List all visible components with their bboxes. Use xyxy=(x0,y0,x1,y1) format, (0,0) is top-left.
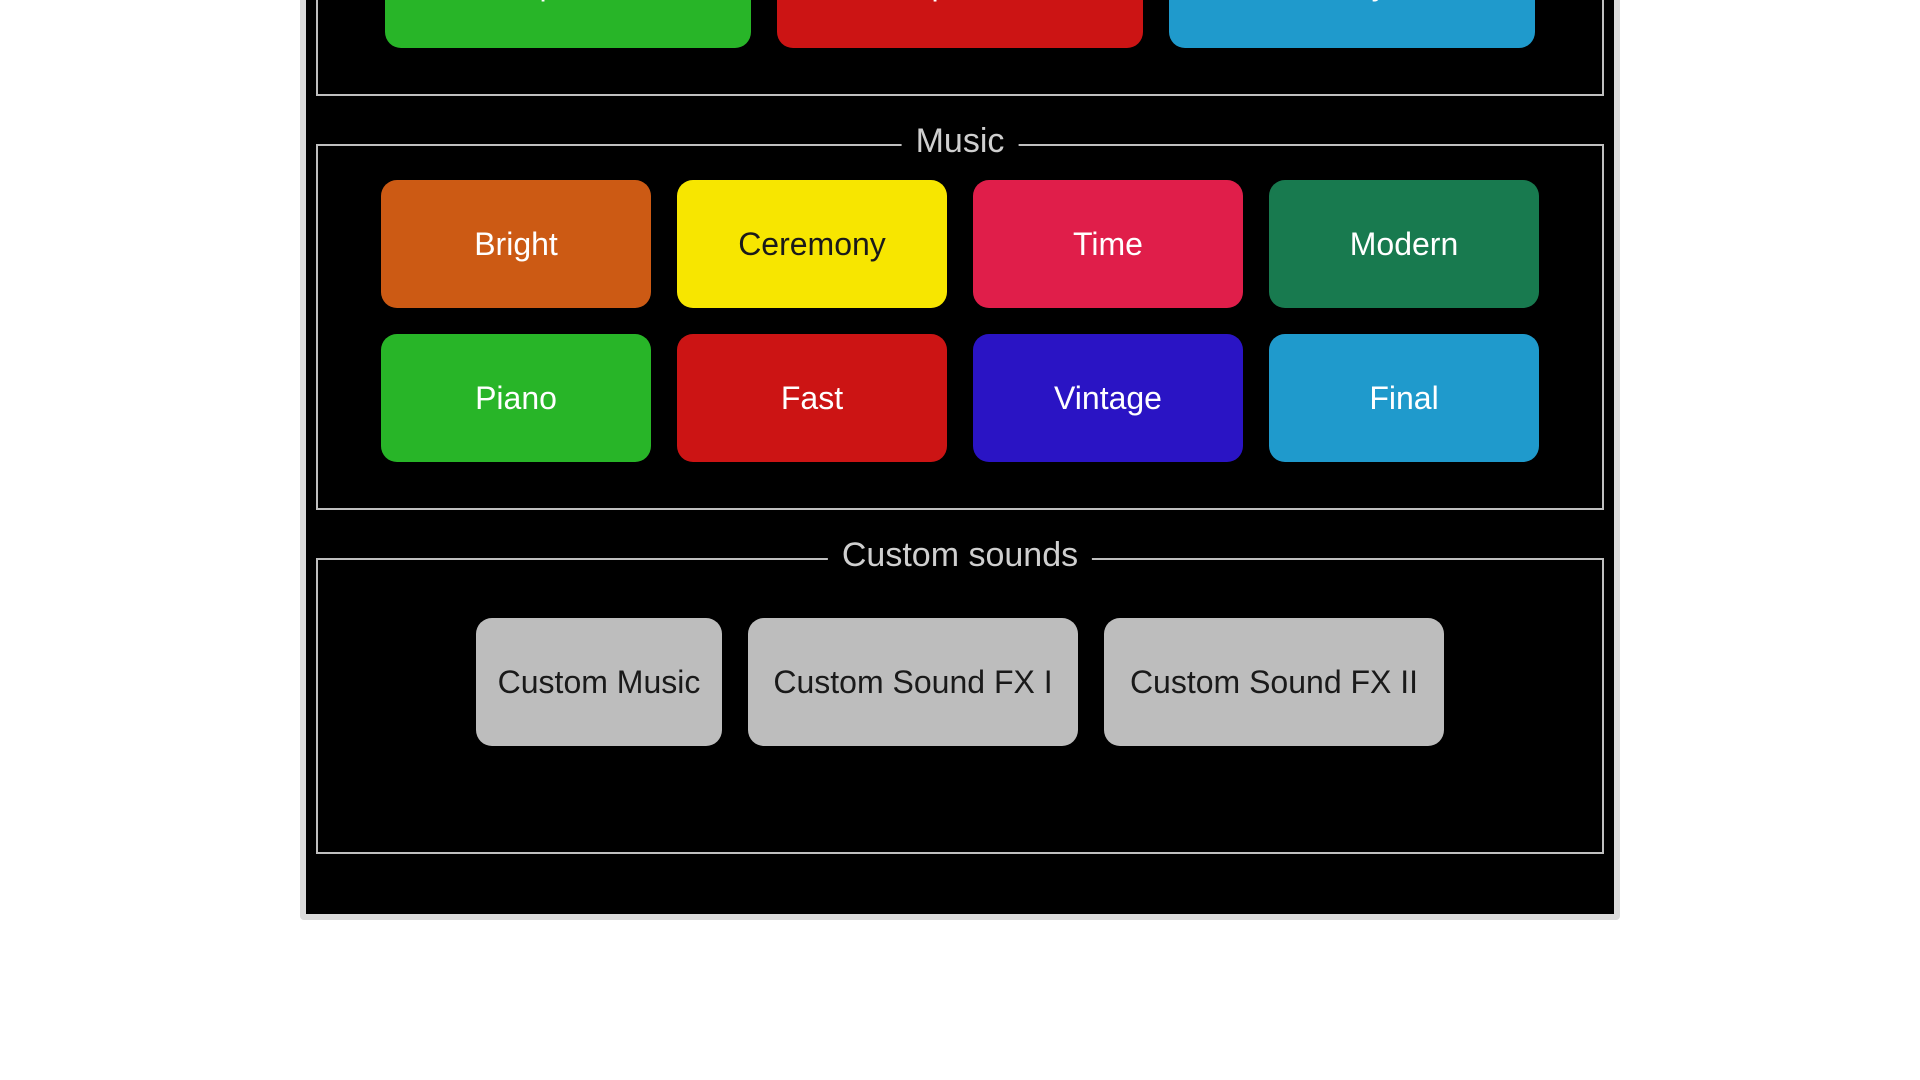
row: Custom Music Custom Sound FX I Custom So… xyxy=(344,618,1576,746)
fast-pad[interactable]: Fast xyxy=(677,334,947,462)
final-pad[interactable]: Final xyxy=(1269,334,1539,462)
row: Piano Fast Vintage Final xyxy=(344,334,1576,462)
group-legend-custom: Custom sounds xyxy=(828,536,1092,575)
group-music: Music Bright Ceremony Time Modern Piano … xyxy=(316,144,1604,510)
modern-pad[interactable]: Modern xyxy=(1269,180,1539,308)
telephone-1-pad[interactable]: Telephone 1 xyxy=(385,0,751,48)
row: Bright Ceremony Time Modern xyxy=(344,180,1576,308)
spacer xyxy=(344,746,1576,806)
soundboard-frame: Telephone 1 Telephone 2 Busy Music Brigh… xyxy=(300,0,1620,920)
custom-fx-2-pad[interactable]: Custom Sound FX II xyxy=(1104,618,1444,746)
custom-music-pad[interactable]: Custom Music xyxy=(476,618,722,746)
telephone-2-pad[interactable]: Telephone 2 xyxy=(777,0,1143,48)
busy-pad[interactable]: Busy xyxy=(1169,0,1535,48)
bright-pad[interactable]: Bright xyxy=(381,180,651,308)
row: Telephone 1 Telephone 2 Busy xyxy=(344,0,1576,48)
time-pad[interactable]: Time xyxy=(973,180,1243,308)
piano-pad[interactable]: Piano xyxy=(381,334,651,462)
group-telephone: Telephone 1 Telephone 2 Busy xyxy=(316,0,1604,96)
ceremony-pad[interactable]: Ceremony xyxy=(677,180,947,308)
group-legend-music: Music xyxy=(902,122,1019,161)
vintage-pad[interactable]: Vintage xyxy=(973,334,1243,462)
custom-fx-1-pad[interactable]: Custom Sound FX I xyxy=(748,618,1078,746)
group-custom: Custom sounds Custom Music Custom Sound … xyxy=(316,558,1604,854)
